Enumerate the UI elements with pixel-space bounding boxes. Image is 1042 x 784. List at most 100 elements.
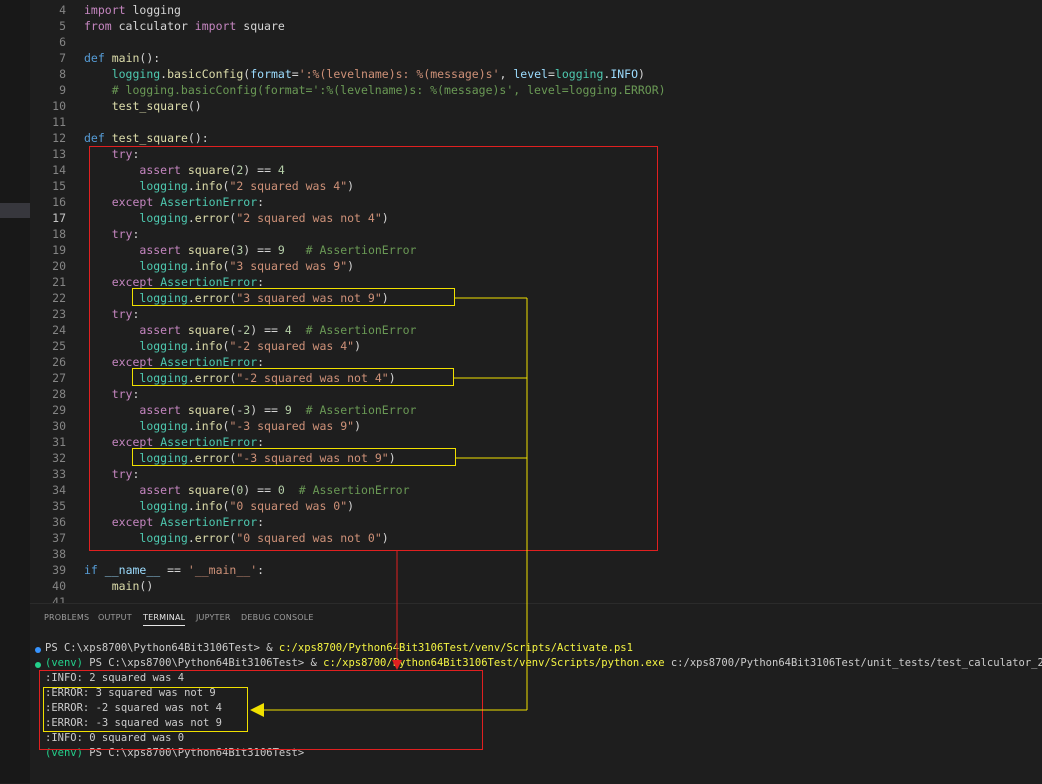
code-line[interactable]: 40 main() <box>30 578 1042 594</box>
code-token: (): <box>139 51 161 65</box>
code-token: __name__ <box>104 563 161 577</box>
code-token: def <box>84 51 105 65</box>
line-number: 18 <box>52 227 66 241</box>
line-number: 5 <box>59 19 66 33</box>
line-number: 25 <box>52 339 66 353</box>
code-text: def test_square(): <box>84 130 209 146</box>
code-line[interactable]: 10 test_square() <box>30 98 1042 114</box>
line-number: 34 <box>52 483 66 497</box>
code-token: main <box>111 51 140 65</box>
code-text: import logging <box>84 2 181 18</box>
code-token: ) <box>638 67 645 81</box>
line-number: 15 <box>52 179 66 193</box>
terminal-argument: c:/xps8700/Python64Bit3106Test/unit_test… <box>664 657 1042 669</box>
line-number: 40 <box>52 579 66 593</box>
code-text: test_square() <box>84 98 202 114</box>
line-number: 19 <box>52 243 66 257</box>
code-token: : <box>257 563 265 577</box>
line-number: 29 <box>52 403 66 417</box>
line-number: 10 <box>52 99 66 113</box>
code-token: () <box>139 579 154 593</box>
code-token: square <box>236 19 285 33</box>
line-number: 9 <box>59 83 66 97</box>
venv-label: (venv) <box>45 657 83 669</box>
line-number: 33 <box>52 467 66 481</box>
line-number: 20 <box>52 259 66 273</box>
code-token: test_square <box>111 99 188 113</box>
error-line-highlight-box <box>132 448 456 466</box>
line-number: 11 <box>52 115 66 129</box>
test-square-highlight-box <box>89 146 658 551</box>
line-number: 37 <box>52 531 66 545</box>
terminal-prompt: PS C:\xps8700\Python64Bit3106Test> & <box>45 642 279 654</box>
line-number: 14 <box>52 163 66 177</box>
line-number: 24 <box>52 323 66 337</box>
code-token: calculator <box>111 19 195 33</box>
code-token: main <box>111 579 140 593</box>
activity-bar <box>0 0 30 783</box>
code-token: == <box>160 563 188 577</box>
code-text: from calculator import square <box>84 18 285 34</box>
code-token: from <box>84 19 112 33</box>
terminal-command: c:/xps8700/Python64Bit3106Test/venv/Scri… <box>278 642 633 654</box>
error-line-highlight-box <box>132 288 455 306</box>
code-text: main() <box>84 578 154 594</box>
code-line[interactable]: 6 <box>30 34 1042 50</box>
command-success-dot <box>35 647 41 653</box>
code-token: format <box>250 67 292 81</box>
code-token: ':%(levelname)s: %(message)s' <box>298 67 500 81</box>
code-line[interactable]: 5 from calculator import square <box>30 18 1042 34</box>
line-number: 30 <box>52 419 66 433</box>
line-number: 32 <box>52 451 66 465</box>
line-number: 6 <box>59 35 66 49</box>
code-token: INFO <box>610 67 639 81</box>
line-number: 13 <box>52 147 66 161</box>
line-number: 12 <box>52 131 66 145</box>
activity-bar-selection <box>0 203 30 218</box>
code-token: import <box>84 3 126 17</box>
line-number: 17 <box>52 211 66 225</box>
code-token: def <box>84 131 105 145</box>
line-number: 16 <box>52 195 66 209</box>
line-number: 26 <box>52 355 66 369</box>
code-token: level <box>513 67 548 81</box>
code-line[interactable]: 8 logging.basicConfig(format=':%(levelna… <box>30 66 1042 82</box>
line-number: 7 <box>59 51 66 65</box>
code-token: logging <box>111 67 161 81</box>
line-number: 21 <box>52 275 66 289</box>
line-number: 28 <box>52 387 66 401</box>
code-text: def main(): <box>84 50 160 66</box>
code-line[interactable]: 39 if __name__ == '__main__': <box>30 562 1042 578</box>
code-token: '__main__' <box>187 563 258 577</box>
terminal-line-activate: PS C:\xps8700\Python64Bit3106Test> & c:/… <box>45 641 633 656</box>
terminal-prompt: PS C:\xps8700\Python64Bit3106Test> & <box>82 657 324 669</box>
line-number: 36 <box>52 515 66 529</box>
code-token: , <box>499 67 514 81</box>
line-number: 22 <box>52 291 66 305</box>
code-line[interactable]: 12 def test_square(): <box>30 130 1042 146</box>
code-token: (): <box>187 131 209 145</box>
line-number: 31 <box>52 435 66 449</box>
code-line[interactable]: 9 # logging.basicConfig(format=':%(level… <box>30 82 1042 98</box>
code-line[interactable]: 11 <box>30 114 1042 130</box>
code-token: = <box>291 67 299 81</box>
line-number: 35 <box>52 499 66 513</box>
line-number: 23 <box>52 307 66 321</box>
code-line[interactable]: 7 def main(): <box>30 50 1042 66</box>
code-text: if __name__ == '__main__': <box>84 562 264 578</box>
code-line[interactable]: 4 import logging <box>30 2 1042 18</box>
line-number: 27 <box>52 371 66 385</box>
code-token: import <box>194 19 237 33</box>
error-output-highlight-box <box>43 687 248 732</box>
code-line[interactable]: 41 <box>30 594 1042 603</box>
code-token: () <box>187 99 202 113</box>
code-token: = <box>547 67 555 81</box>
line-number: 4 <box>59 3 66 17</box>
code-token: logging <box>554 67 604 81</box>
code-token: if <box>84 563 98 577</box>
